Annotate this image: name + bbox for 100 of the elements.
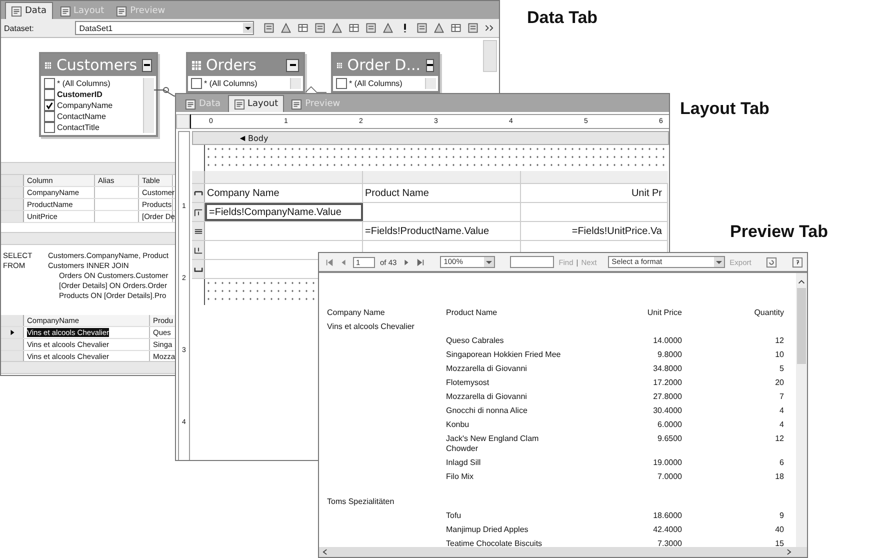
scrollbar[interactable] bbox=[1, 361, 175, 374]
minus-icon bbox=[290, 64, 296, 66]
dataset-label: Dataset: bbox=[4, 24, 35, 32]
row-selector[interactable] bbox=[1, 327, 24, 338]
checkbox[interactable] bbox=[336, 78, 347, 89]
product-name: Flotemysost bbox=[446, 377, 490, 389]
data-tab-icon bbox=[185, 98, 196, 110]
checkbox[interactable] bbox=[44, 78, 55, 89]
row-pointer-icon bbox=[8, 329, 16, 336]
minimize-button[interactable] bbox=[426, 58, 434, 72]
tab[interactable]: Layout bbox=[228, 95, 284, 112]
unit-price: 7.0000 bbox=[656, 471, 682, 483]
section-bar[interactable]: Body bbox=[192, 131, 669, 145]
scrollbar[interactable] bbox=[425, 78, 436, 89]
product-name: Singaporean Hokkien Fried Mee bbox=[446, 349, 562, 361]
quantity: 5 bbox=[778, 363, 784, 375]
minus-icon bbox=[144, 64, 150, 66]
quantity: 40 bbox=[774, 524, 784, 536]
quantity: 9 bbox=[778, 510, 784, 522]
table-title: Customers bbox=[56, 56, 138, 74]
find-field[interactable] bbox=[510, 256, 554, 268]
scroll-up-icon[interactable] bbox=[797, 277, 806, 286]
scrollbar[interactable] bbox=[796, 273, 807, 547]
minimize-button[interactable] bbox=[286, 58, 299, 72]
checkbox[interactable] bbox=[44, 122, 55, 133]
report-cell[interactable]: =Fields!CompanyName.Value bbox=[205, 203, 363, 221]
unit-price: 9.6500 bbox=[656, 433, 682, 445]
dataset-dropdown[interactable]: DataSet1 bbox=[75, 21, 254, 35]
column-header: Quantity bbox=[753, 307, 784, 319]
column-name: ContactName bbox=[57, 112, 106, 121]
scroll-thumb[interactable] bbox=[797, 288, 806, 364]
scrollbar[interactable] bbox=[290, 78, 301, 89]
quantity: 18 bbox=[774, 471, 784, 483]
report-cell[interactable]: Product Name bbox=[363, 184, 521, 202]
ruler-corner bbox=[176, 114, 190, 129]
refresh-icon[interactable] bbox=[766, 256, 778, 268]
table-icon bbox=[45, 60, 52, 70]
unit-price: 9.8000 bbox=[656, 349, 682, 361]
table-card[interactable]: Orders * (All Columns) bbox=[186, 52, 305, 93]
table-card[interactable]: Order D... * (All Columns) bbox=[331, 52, 440, 93]
product-name: Gnocchi di nonna Alice bbox=[446, 405, 528, 417]
caption: Data Tab bbox=[527, 8, 598, 28]
checkbox[interactable] bbox=[44, 100, 55, 111]
minus-icon bbox=[426, 64, 433, 66]
unit-price: 19.0000 bbox=[652, 457, 682, 469]
scrollbar[interactable] bbox=[483, 40, 497, 72]
checkbox[interactable] bbox=[44, 111, 55, 122]
preview-tab-icon bbox=[116, 6, 128, 16]
previous-page-icon[interactable] bbox=[339, 258, 348, 266]
column-name: CompanyName bbox=[57, 101, 113, 110]
product-name: Inlagd Sill bbox=[446, 457, 482, 469]
table-icon bbox=[337, 60, 342, 70]
column-header: Company Name bbox=[327, 307, 386, 319]
product-name: Tofu bbox=[446, 510, 462, 522]
minimize-button[interactable] bbox=[142, 58, 152, 72]
report-cell[interactable]: =Fields!ProductName.Value bbox=[363, 222, 521, 240]
unit-price: 6.0000 bbox=[656, 419, 682, 431]
column-header: Unit Price bbox=[646, 307, 682, 319]
product-name: Filo Mix bbox=[446, 471, 475, 483]
table-card[interactable]: Customers * (All Columns) CustomerID CompanyName ContactName ContactTitle bbox=[39, 52, 158, 137]
caption: Layout Tab bbox=[680, 99, 770, 119]
checkbox[interactable] bbox=[191, 78, 202, 89]
scrollbar[interactable] bbox=[319, 547, 807, 557]
column-handle-bar[interactable] bbox=[192, 171, 668, 184]
column-name: * (All Columns) bbox=[349, 79, 402, 88]
chevrons-icon[interactable] bbox=[484, 22, 496, 34]
tab[interactable]: Data bbox=[5, 2, 52, 19]
scroll-right-icon[interactable] bbox=[785, 548, 793, 556]
scrollbar[interactable] bbox=[1, 232, 175, 245]
scrollbar[interactable] bbox=[143, 78, 154, 133]
detail-row-icon bbox=[194, 226, 202, 236]
scrollbar[interactable] bbox=[1, 162, 175, 175]
product-name: Queso Cabrales bbox=[446, 335, 505, 347]
table-icon bbox=[192, 60, 201, 70]
last-page-icon[interactable] bbox=[416, 258, 425, 266]
section-label: Body bbox=[248, 134, 268, 142]
caption: Preview Tab bbox=[730, 222, 828, 242]
product-name: Teatime Chocolate Biscuits bbox=[446, 538, 544, 547]
column-name: * (All Columns) bbox=[204, 79, 258, 88]
help-icon[interactable] bbox=[792, 256, 804, 268]
quantity: 15 bbox=[774, 538, 784, 547]
report-cell[interactable]: =Fields!UnitPrice.Va bbox=[521, 222, 668, 240]
data-tab-icon bbox=[11, 6, 22, 16]
product-name: Mozzarella di Giovanni bbox=[446, 363, 528, 375]
layout-tab-icon bbox=[234, 98, 244, 110]
column-name: ContactTitle bbox=[57, 123, 100, 132]
quantity: 4 bbox=[778, 419, 784, 431]
first-page-icon[interactable] bbox=[325, 258, 334, 266]
table-title: Order D... bbox=[347, 56, 421, 74]
column-name: * (All Columns) bbox=[57, 79, 110, 88]
next-page-icon[interactable] bbox=[402, 258, 411, 266]
report-cell[interactable]: Company Name bbox=[205, 184, 363, 202]
product-name: Manjimup Dried Apples bbox=[446, 524, 530, 536]
checkbox[interactable] bbox=[44, 89, 55, 100]
scroll-left-icon[interactable] bbox=[321, 548, 329, 556]
group-footer-icon bbox=[194, 246, 202, 254]
quantity: 4 bbox=[778, 405, 784, 417]
report-cell[interactable]: Unit Pr bbox=[521, 184, 668, 202]
pointer-icon bbox=[239, 134, 246, 142]
unit-price: 14.0000 bbox=[652, 335, 682, 347]
